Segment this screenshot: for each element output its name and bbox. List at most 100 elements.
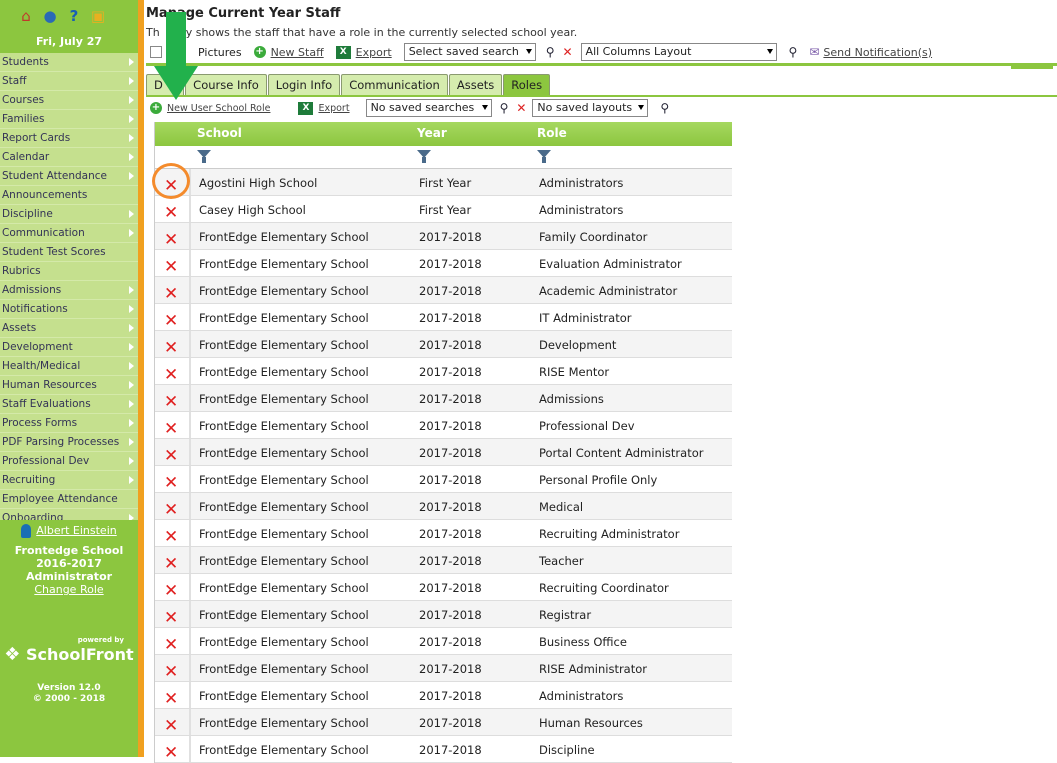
table-row[interactable]: ✕ FrontEdge Elementary School 2017-2018 Hum… (155, 709, 732, 736)
table-row[interactable]: ✕ FrontEdge Elementary School 2017-2018 Med… (155, 493, 732, 520)
tab-assets[interactable]: Assets (448, 74, 503, 95)
sidebar-item-rubrics[interactable]: Rubrics (0, 262, 138, 281)
sidebar-item-recruiting[interactable]: Recruiting (0, 471, 138, 490)
sidebar-item-assets[interactable]: Assets (0, 319, 138, 338)
column-role[interactable]: Role (537, 126, 567, 140)
delete-icon[interactable]: ✕ (164, 527, 180, 547)
sidebar-item-calendar[interactable]: Calendar (0, 148, 138, 167)
plus-icon[interactable]: + (150, 102, 162, 114)
table-row[interactable]: ✕ FrontEdge Elementary School 2017-2018 Adm… (155, 682, 732, 709)
saved-layouts-select[interactable]: No saved layouts (532, 99, 649, 117)
binoculars-icon[interactable]: ⚲ (500, 101, 509, 115)
user-link[interactable]: Albert Einstein (0, 524, 138, 538)
sidebar-item-staff[interactable]: Staff (0, 72, 138, 91)
delete-icon[interactable]: ✕ (164, 689, 180, 709)
delete-icon[interactable]: ✕ (164, 257, 180, 277)
change-role-link[interactable]: Change Role (0, 583, 138, 596)
table-row[interactable]: ✕ Casey High School First Year Administrato… (155, 196, 732, 223)
table-row[interactable]: ✕ FrontEdge Elementary School 2017-2018 Adm… (155, 385, 732, 412)
table-row[interactable]: ✕ FrontEdge Elementary School 2017-2018 Rec… (155, 520, 732, 547)
new-staff-link[interactable]: New Staff (271, 46, 324, 59)
delete-icon[interactable]: ✕ (164, 338, 180, 358)
export-link[interactable]: Export (356, 46, 392, 59)
delete-icon[interactable]: ✕ (164, 311, 180, 331)
clear-filter-icon[interactable]: ✕ (562, 45, 572, 59)
filter-icon[interactable] (417, 150, 431, 163)
binoculars-icon[interactable]: ⚲ (660, 101, 669, 115)
delete-icon[interactable]: ✕ (164, 446, 180, 466)
sidebar-item-employee-attendance[interactable]: Employee Attendance (0, 490, 138, 509)
send-notification-link[interactable]: Send Notification(s) (823, 46, 932, 59)
home-icon[interactable]: ⌂ (16, 6, 36, 26)
sidebar-item-student-test-scores[interactable]: Student Test Scores (0, 243, 138, 262)
sidebar-item-human-resources[interactable]: Human Resources (0, 376, 138, 395)
user-name[interactable]: Albert Einstein (36, 524, 116, 537)
binoculars-icon[interactable]: ⚲ (789, 45, 798, 59)
table-row[interactable]: ✕ FrontEdge Elementary School 2017-2018 Fam… (155, 223, 732, 250)
table-row[interactable]: ✕ FrontEdge Elementary School 2017-2018 Tea… (155, 547, 732, 574)
sidebar-item-communication[interactable]: Communication (0, 224, 138, 243)
sidebar-item-student-attendance[interactable]: Student Attendance (0, 167, 138, 186)
table-row[interactable]: ✕ FrontEdge Elementary School 2017-2018 Aca… (155, 277, 732, 304)
sidebar-item-pdf-parsing-processes[interactable]: PDF Parsing Processes (0, 433, 138, 452)
layout-select[interactable]: All Columns Layout (580, 43, 777, 61)
roles-export-link[interactable]: Export (318, 103, 349, 114)
filter-icon[interactable] (197, 150, 211, 163)
table-row[interactable]: ✕ FrontEdge Elementary School 2017-2018 Bus… (155, 628, 732, 655)
sidebar-item-report-cards[interactable]: Report Cards (0, 129, 138, 148)
table-row[interactable]: ✕ FrontEdge Elementary School 2017-2018 Dev… (155, 331, 732, 358)
delete-icon[interactable]: ✕ (164, 230, 180, 250)
collapse-handle[interactable] (1011, 63, 1053, 69)
sidebar-item-health-medical[interactable]: Health/Medical (0, 357, 138, 376)
sidebar-item-development[interactable]: Development (0, 338, 138, 357)
table-row[interactable]: ✕ Agostini High School First Year Administr… (155, 169, 732, 196)
filter-icon[interactable] (537, 150, 551, 163)
sidebar-item-announcements[interactable]: Announcements (0, 186, 138, 205)
sidebar-item-families[interactable]: Families (0, 110, 138, 129)
help-icon[interactable]: ? (64, 6, 84, 26)
sidebar-item-notifications[interactable]: Notifications (0, 300, 138, 319)
delete-icon[interactable]: ✕ (164, 608, 180, 628)
delete-icon[interactable]: ✕ (164, 500, 180, 520)
delete-icon[interactable]: ✕ (164, 392, 180, 412)
clear-filter-icon[interactable]: ✕ (516, 101, 526, 115)
sidebar-splitter[interactable] (138, 0, 144, 757)
delete-icon[interactable]: ✕ (164, 662, 180, 682)
table-row[interactable]: ✕ FrontEdge Elementary School 2017-2018 Per… (155, 466, 732, 493)
sidebar-item-courses[interactable]: Courses (0, 91, 138, 110)
tab-communication[interactable]: Communication (341, 74, 448, 95)
tab-login-info[interactable]: Login Info (267, 74, 341, 95)
table-row[interactable]: ✕ FrontEdge Elementary School 2017-2018 Pro… (155, 412, 732, 439)
delete-icon[interactable]: ✕ (164, 581, 180, 601)
delete-icon[interactable]: ✕ (164, 419, 180, 439)
excel-icon[interactable]: X (298, 101, 314, 115)
table-row[interactable]: ✕ FrontEdge Elementary School 2017-2018 RIS… (155, 358, 732, 385)
delete-icon[interactable]: ✕ (164, 473, 180, 493)
delete-icon[interactable]: ✕ (164, 716, 180, 736)
globe-icon[interactable]: ● (40, 6, 60, 26)
binoculars-icon[interactable]: ⚲ (546, 45, 555, 59)
table-row[interactable]: ✕ FrontEdge Elementary School 2017-2018 Rec… (155, 574, 732, 601)
table-row[interactable]: ✕ FrontEdge Elementary School 2017-2018 IT … (155, 304, 732, 331)
table-row[interactable]: ✕ FrontEdge Elementary School 2017-2018 Eva… (155, 250, 732, 277)
sidebar-item-professional-dev[interactable]: Professional Dev (0, 452, 138, 471)
delete-icon[interactable]: ✕ (164, 365, 180, 385)
saved-searches-select[interactable]: No saved searches (365, 99, 492, 117)
table-row[interactable]: ✕ FrontEdge Elementary School 2017-2018 Por… (155, 439, 732, 466)
column-school[interactable]: School (197, 126, 242, 140)
delete-icon[interactable]: ✕ (164, 284, 180, 304)
excel-icon[interactable]: X (335, 45, 351, 59)
delete-icon[interactable]: ✕ (164, 554, 180, 574)
saved-search-select[interactable]: Select saved search (403, 43, 536, 61)
sidebar-item-process-forms[interactable]: Process Forms (0, 414, 138, 433)
lock-icon[interactable]: ▣ (88, 6, 108, 26)
notification-icon[interactable]: ✉ (809, 45, 819, 59)
new-user-school-role-link[interactable]: New User School Role (167, 103, 270, 114)
delete-icon[interactable]: ✕ (164, 203, 180, 223)
table-row[interactable]: ✕ FrontEdge Elementary School 2017-2018 RIS… (155, 655, 732, 682)
delete-icon[interactable]: ✕ (164, 743, 180, 763)
table-row[interactable]: ✕ FrontEdge Elementary School 2017-2018 Reg… (155, 601, 732, 628)
delete-icon[interactable]: ✕ (164, 635, 180, 655)
tab-roles[interactable]: Roles (503, 74, 551, 95)
sidebar-item-admissions[interactable]: Admissions (0, 281, 138, 300)
